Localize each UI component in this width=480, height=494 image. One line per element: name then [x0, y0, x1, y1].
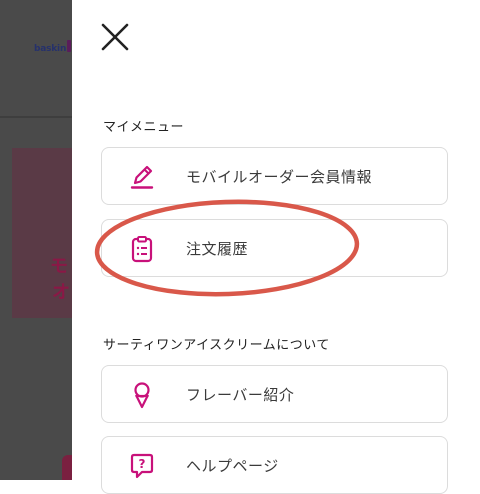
background-divider	[0, 116, 72, 118]
pencil-icon	[130, 165, 154, 189]
background-logo: baskin	[34, 44, 67, 54]
background-decoration	[62, 455, 72, 480]
clipboard-list-icon	[131, 236, 153, 263]
menu-item-label: 注文履歴	[186, 240, 249, 258]
menu-item-label: モバイルオーダー会員情報	[186, 168, 373, 186]
close-button[interactable]	[100, 22, 130, 52]
menu-item-mobile-order-member-info[interactable]: モバイルオーダー会員情報	[101, 147, 448, 205]
menu-item-flavor-introduction[interactable]: フレーバー紹介	[101, 365, 448, 423]
background-banner-text: モ	[50, 256, 68, 277]
menu-item-help-page[interactable]: ? ヘルプページ	[101, 436, 448, 494]
ice-cream-cone-icon	[134, 382, 150, 409]
background-logo-mark	[67, 40, 71, 52]
menu-item-order-history[interactable]: 注文履歴	[101, 219, 448, 277]
background-banner-text: オ	[52, 282, 70, 303]
menu-item-label: ヘルプページ	[186, 457, 279, 475]
help-bubble-icon: ?	[130, 453, 154, 479]
svg-text:?: ?	[139, 457, 146, 471]
section-title-about-31-ice-cream: サーティワンアイスクリームについて	[103, 338, 330, 353]
menu-item-label: フレーバー紹介	[186, 386, 295, 404]
section-title-my-menu: マイメニュー	[103, 120, 185, 135]
close-icon	[101, 23, 129, 51]
